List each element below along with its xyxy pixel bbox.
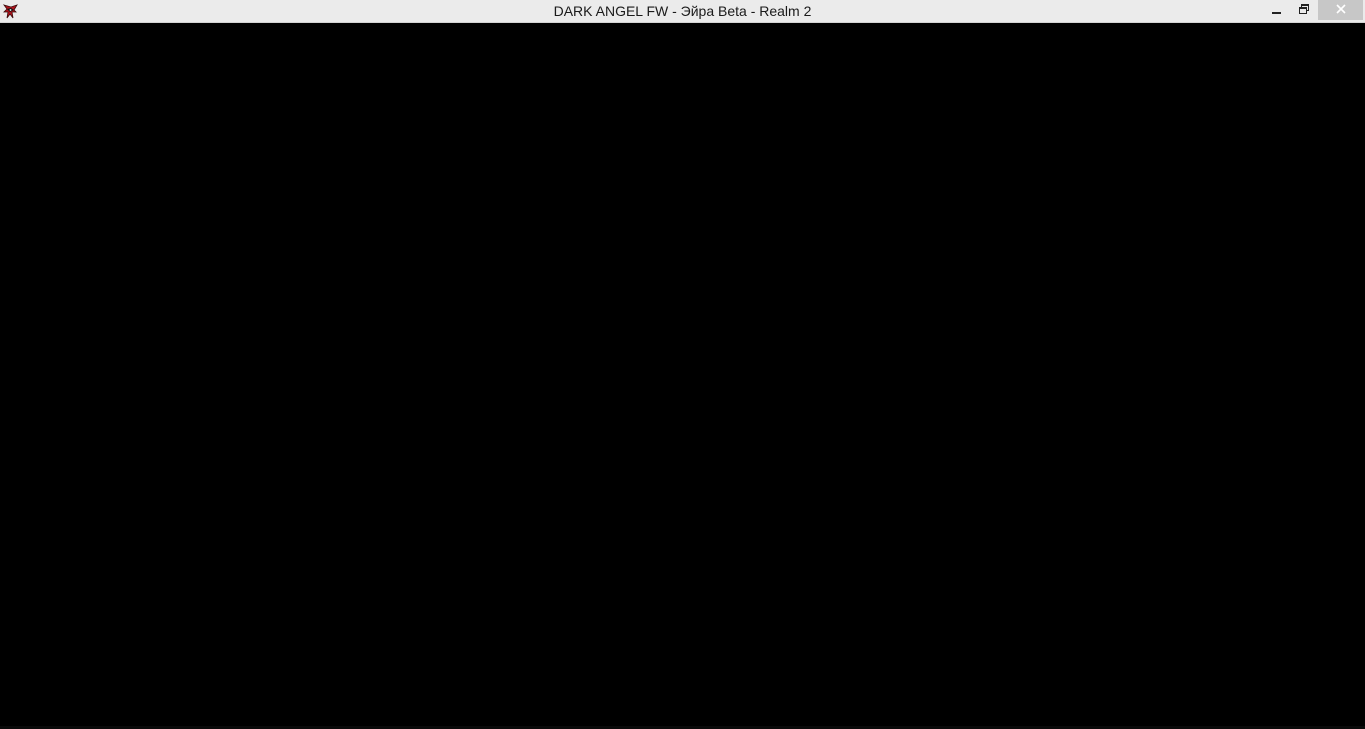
close-button[interactable] (1318, 0, 1363, 20)
restore-icon (1299, 1, 1309, 19)
window-title: DARK ANGEL FW - Эйра Beta - Realm 2 (553, 3, 812, 19)
minimize-icon (1272, 1, 1282, 19)
dark-angel-app-icon[interactable] (2, 3, 19, 20)
title-bar[interactable]: DARK ANGEL FW - Эйра Beta - Realm 2 (0, 0, 1365, 23)
game-viewport[interactable] (0, 23, 1365, 726)
minimize-button[interactable] (1263, 0, 1291, 20)
close-icon (1335, 1, 1346, 19)
restore-button[interactable] (1291, 0, 1317, 20)
game-window: DARK ANGEL FW - Эйра Beta - Realm 2 (0, 0, 1365, 729)
